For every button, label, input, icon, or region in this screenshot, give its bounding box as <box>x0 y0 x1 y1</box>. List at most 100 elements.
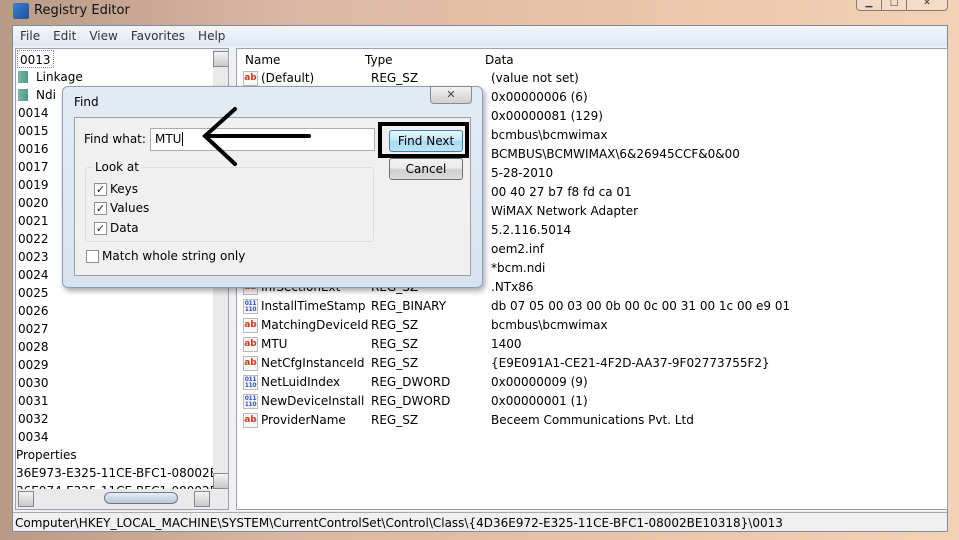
tree-item-label: 0020 <box>18 196 49 210</box>
data-checkbox[interactable]: ✓ <box>94 222 107 235</box>
string-value-icon: ab <box>243 337 258 352</box>
tree-horizontal-scrollbar[interactable] <box>16 489 228 509</box>
find-what-input[interactable]: MTU <box>150 128 375 151</box>
tree-item[interactable]: 0017 <box>18 158 49 176</box>
cell-name: MTU <box>261 337 288 351</box>
tree-item[interactable]: 0027 <box>18 320 49 338</box>
list-row[interactable]: ab ProviderName REG_SZ Beceem Communication… <box>243 411 943 430</box>
string-value-icon: ab <box>243 71 258 86</box>
menu-favorites[interactable]: Favorites <box>124 26 191 46</box>
string-value-icon: ab <box>243 413 258 428</box>
keys-label: Keys <box>110 182 139 196</box>
tree-item-label: Properties <box>16 448 77 462</box>
maximize-button[interactable]: □ <box>882 0 907 10</box>
tree-item[interactable]: 0019 <box>18 176 49 194</box>
binary-value-icon: 011 110 <box>243 394 258 409</box>
scroll-down-button[interactable] <box>213 473 228 489</box>
tree-item-label: 0013 <box>20 53 51 67</box>
close-button[interactable]: ✕ <box>907 0 947 10</box>
scroll-thumb[interactable] <box>104 492 178 504</box>
tree-item-label: 0025 <box>18 286 49 300</box>
look-at-label: Look at <box>93 160 141 174</box>
tree-item[interactable]: 0031 <box>18 392 49 410</box>
cell-data: 0x00000001 (1) <box>491 394 588 408</box>
tree-item[interactable]: 0015 <box>18 122 49 140</box>
tree-item-label: 0019 <box>18 178 49 192</box>
tree-item[interactable]: 0020 <box>18 194 49 212</box>
tree-item[interactable]: 0028 <box>18 338 49 356</box>
list-row[interactable]: ab MTU REG_SZ 1400 <box>243 335 943 354</box>
list-row[interactable]: ab NetCfgInstanceId REG_SZ {E9E091A1-CE21-4… <box>243 354 943 373</box>
cell-data: 00 40 27 b7 f8 fd ca 01 <box>491 185 632 199</box>
tree-item[interactable]: 0034 <box>18 428 49 446</box>
minimize-button[interactable]: ▁ <box>857 0 882 10</box>
tree-item-label: 0029 <box>18 358 49 372</box>
tree-item[interactable]: 0023 <box>18 248 49 266</box>
tree-item-label: 0032 <box>18 412 49 426</box>
tree-item-label: 0015 <box>18 124 49 138</box>
column-header-type[interactable]: Type <box>365 53 393 67</box>
cell-type: REG_DWORD <box>371 375 451 389</box>
tree-item-label: 0028 <box>18 340 49 354</box>
column-header-name[interactable]: Name <box>245 53 280 67</box>
folder-icon <box>18 71 28 83</box>
tree-item-label: 0027 <box>18 322 49 336</box>
list-row[interactable]: 011 110 InstallTimeStamp REG_BINARY db 07 0… <box>243 297 943 316</box>
match-whole-string-checkbox[interactable] <box>86 250 99 263</box>
menu-view[interactable]: View <box>82 26 123 46</box>
cell-type: REG_SZ <box>371 337 419 351</box>
tree-item[interactable]: 0025 <box>18 284 49 302</box>
tree-item-label: 0016 <box>18 142 49 156</box>
cell-data: 5-28-2010 <box>491 166 554 180</box>
tree-item[interactable]: Properties <box>16 446 77 464</box>
list-row[interactable]: ab MatchingDeviceId REG_SZ bcmbus\bcmwimax <box>243 316 943 335</box>
tree-item[interactable]: 0013 <box>17 50 54 68</box>
cell-data: db 07 05 00 03 00 0b 00 0c 00 31 00 1c 0… <box>491 299 791 313</box>
status-bar-path: Computer\HKEY_LOCAL_MACHINE\SYSTEM\Curre… <box>13 512 947 532</box>
window-title: Registry Editor <box>34 3 130 18</box>
scroll-right-button[interactable] <box>194 491 210 507</box>
column-header-data[interactable]: Data <box>485 53 514 67</box>
tree-item-label: 0031 <box>18 394 49 408</box>
tree-item[interactable]: 0030 <box>18 374 49 392</box>
cell-type: REG_SZ <box>371 318 419 332</box>
binary-value-icon: 011 110 <box>243 299 258 314</box>
tree-item[interactable]: 0016 <box>18 140 49 158</box>
dialog-close-button[interactable]: ✕ <box>430 86 472 104</box>
match-whole-string-label: Match whole string only <box>102 249 246 263</box>
tree-item[interactable]: 0032 <box>18 410 49 428</box>
scroll-up-button[interactable] <box>213 51 228 67</box>
find-next-button[interactable]: Find Next <box>389 130 463 152</box>
cell-data: .NTx86 <box>491 280 534 294</box>
cell-data: WiMAX Network Adapter <box>491 204 639 218</box>
tree-item[interactable]: 0024 <box>18 266 49 284</box>
scroll-left-button[interactable] <box>18 491 34 507</box>
values-checkbox[interactable]: ✓ <box>94 202 107 215</box>
cell-type: REG_SZ <box>371 356 419 370</box>
tree-item[interactable]: Ndi <box>18 86 56 104</box>
list-row[interactable]: 011 110 NetLuidIndex REG_DWORD 0x00000009 (… <box>243 373 943 392</box>
tree-item[interactable]: 0022 <box>18 230 49 248</box>
menu-edit[interactable]: Edit <box>46 26 82 46</box>
cell-data: *bcm.ndi <box>491 261 546 275</box>
cell-data: 0x00000009 (9) <box>491 375 588 389</box>
registry-editor-icon <box>13 3 29 19</box>
tree-item[interactable]: 36E973-E325-11CE-BFC1-08002BE103 <box>16 464 228 482</box>
find-what-value: MTU <box>155 132 182 146</box>
tree-item[interactable]: 0026 <box>18 302 49 320</box>
cell-data: BCMBUS\BCMWIMAX\6&26945CCF&0&00 <box>491 147 740 161</box>
cell-type: REG_DWORD <box>371 394 451 408</box>
cancel-button[interactable]: Cancel <box>389 158 463 180</box>
menu-file[interactable]: File <box>13 26 46 46</box>
find-dialog-body: Find what: MTU Find Next Cancel Look at … <box>74 117 471 276</box>
tree-item[interactable]: Linkage <box>18 68 83 86</box>
tree-item[interactable]: 0021 <box>18 212 49 230</box>
tree-item[interactable]: 0014 <box>18 104 49 122</box>
cell-data: 1400 <box>491 337 522 351</box>
keys-checkbox[interactable]: ✓ <box>94 183 107 196</box>
cell-name: InstallTimeStamp <box>261 299 366 313</box>
menu-help[interactable]: Help <box>191 26 231 46</box>
look-at-group: Look at ✓ Keys ✓ Values ✓ Data <box>85 160 374 242</box>
tree-item[interactable]: 0029 <box>18 356 49 374</box>
list-row[interactable]: 011 110 NewDeviceInstall REG_DWORD 0x000000… <box>243 392 943 411</box>
